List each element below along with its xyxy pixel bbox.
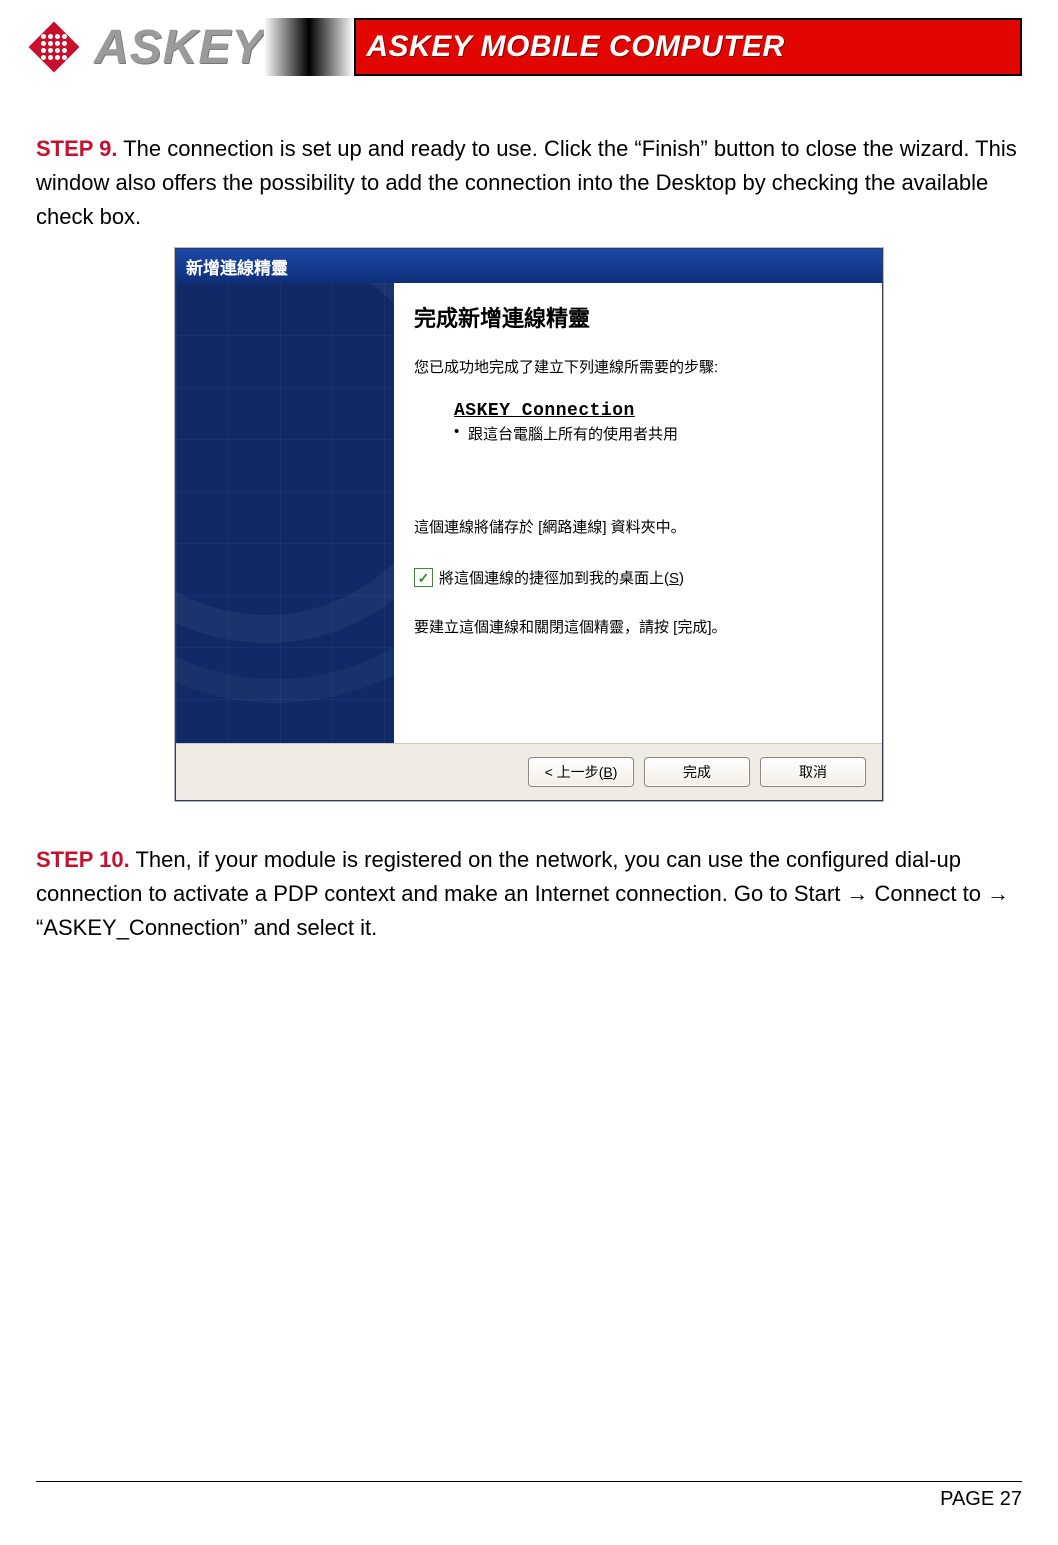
wizard-store-line: 這個連線將儲存於 [網路連線] 資料夾中。 bbox=[414, 516, 862, 537]
page-footer: PAGE 27 bbox=[36, 1481, 1022, 1511]
step10-label: STEP 10. bbox=[36, 847, 130, 872]
step9-label: STEP 9. bbox=[36, 136, 118, 161]
wizard-side-graphic bbox=[176, 283, 394, 743]
step9-paragraph: STEP 9. The connection is set up and rea… bbox=[36, 132, 1022, 234]
header-banner: ASKEY MOBILE COMPUTER bbox=[354, 18, 1022, 76]
finish-button[interactable]: 完成 bbox=[644, 757, 750, 787]
wizard-titlebar: 新增連線精靈 bbox=[176, 249, 882, 283]
header-banner-wrap: ASKEY MOBILE COMPUTER bbox=[354, 18, 1022, 76]
desktop-shortcut-checkbox[interactable]: ✓ bbox=[414, 568, 433, 587]
wizard-final-line: 要建立這個連線和關閉這個精靈，請按 [完成]。 bbox=[414, 616, 862, 637]
wizard-button-row: < 上一步(B) 完成 取消 bbox=[176, 743, 882, 800]
wizard-dialog: 新增連線精靈 完成新增連線精靈 您已成功地完成了建立下列連線所需要的步驟: AS… bbox=[175, 248, 883, 801]
wizard-connection-name: ASKEY_Connection bbox=[454, 401, 862, 421]
header-banner-text: ASKEY MOBILE COMPUTER bbox=[366, 30, 784, 64]
wizard-heading: 完成新增連線精靈 bbox=[414, 301, 862, 333]
wizard-title-text: 新增連線精靈 bbox=[186, 254, 288, 279]
step10-paragraph: STEP 10. Then, if your module is registe… bbox=[36, 843, 1022, 945]
page-number: PAGE 27 bbox=[940, 1488, 1022, 1510]
wizard-checkbox-label: 將這個連線的捷徑加到我的桌面上(S) bbox=[439, 567, 684, 588]
wizard-success-line: 您已成功地完成了建立下列連線所需要的步驟: bbox=[414, 357, 862, 379]
wizard-shortcut-row: ✓ 將這個連線的捷徑加到我的桌面上(S) bbox=[414, 567, 862, 588]
header-gradient-divider bbox=[264, 18, 354, 76]
wizard-connection-bullet: 跟這台電腦上所有的使用者共用 bbox=[454, 423, 862, 444]
step9-text: The connection is set up and ready to us… bbox=[36, 136, 1017, 229]
back-button[interactable]: < 上一步(B) bbox=[528, 757, 634, 787]
step10-text: Then, if your module is registered on th… bbox=[36, 847, 1009, 940]
cancel-button[interactable]: 取消 bbox=[760, 757, 866, 787]
wizard-main-panel: 完成新增連線精靈 您已成功地完成了建立下列連線所需要的步驟: ASKEY_Con… bbox=[394, 283, 882, 743]
askey-wordmark: ASKEY bbox=[94, 20, 264, 75]
wizard-figure: 新增連線精靈 完成新增連線精靈 您已成功地完成了建立下列連線所需要的步驟: AS… bbox=[36, 248, 1022, 801]
wizard-body: 完成新增連線精靈 您已成功地完成了建立下列連線所需要的步驟: ASKEY_Con… bbox=[176, 283, 882, 743]
header-logo-block: ASKEY bbox=[36, 20, 264, 75]
wizard-connection-block: ASKEY_Connection 跟這台電腦上所有的使用者共用 bbox=[454, 401, 862, 444]
askey-logo-icon bbox=[29, 22, 80, 73]
page-header: ASKEY ASKEY MOBILE COMPUTER bbox=[36, 0, 1022, 88]
